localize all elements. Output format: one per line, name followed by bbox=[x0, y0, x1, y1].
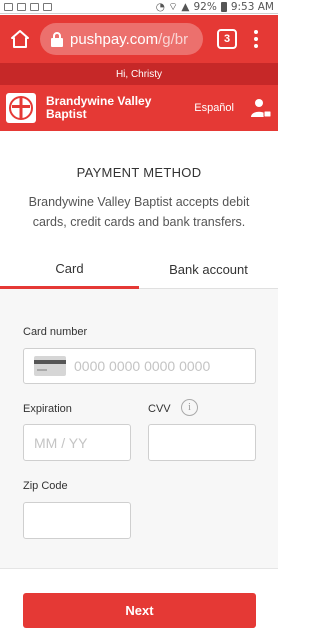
payment-tabs: Card Bank account bbox=[0, 251, 278, 289]
payment-description: Brandywine Valley Baptist accepts debit … bbox=[28, 195, 250, 229]
browser-toolbar: pushpay.com/g/br 3 bbox=[0, 15, 278, 63]
url-bar[interactable]: pushpay.com/g/br bbox=[40, 23, 203, 55]
battery-icon bbox=[220, 1, 227, 12]
greeting-bar: Hi, Christy bbox=[0, 63, 278, 85]
tab-switcher-button[interactable]: 3 bbox=[217, 29, 237, 49]
credit-card-icon bbox=[34, 356, 66, 376]
home-button[interactable] bbox=[8, 27, 32, 51]
notification-icons bbox=[4, 2, 52, 11]
next-button[interactable]: Next bbox=[23, 593, 256, 628]
zip-code-field[interactable] bbox=[23, 502, 131, 539]
wifi-icon: ◔ ⌔ ▲ bbox=[155, 0, 190, 13]
info-icon[interactable]: i bbox=[181, 399, 198, 416]
expiration-field[interactable]: MM / YY bbox=[23, 424, 131, 461]
mail-notification-icon bbox=[30, 2, 39, 11]
card-number-label: Card number bbox=[23, 326, 88, 338]
system-icons: ◔ ⌔ ▲ 92% 9:53 AM bbox=[156, 0, 274, 14]
page-title: PAYMENT METHOD bbox=[76, 165, 202, 180]
zip-code-label: Zip Code bbox=[23, 480, 68, 492]
expiration-label: Expiration bbox=[23, 403, 72, 415]
card-number-field[interactable]: 0000 0000 0000 0000 bbox=[23, 348, 256, 384]
org-name: Brandywine Valley Baptist bbox=[46, 94, 152, 121]
cvv-label: CVV bbox=[148, 403, 171, 415]
more-menu-button[interactable] bbox=[251, 27, 261, 51]
user-lock-icon[interactable] bbox=[250, 97, 272, 119]
org-header: Brandywine Valley Baptist Español bbox=[0, 85, 278, 131]
gallery-notification-icon bbox=[17, 2, 26, 11]
image-notification-icon bbox=[4, 2, 13, 11]
dot bbox=[254, 44, 258, 48]
dot bbox=[254, 37, 258, 41]
status-bar: ◔ ⌔ ▲ 92% 9:53 AM bbox=[0, 0, 278, 14]
tab-card[interactable]: Card bbox=[0, 251, 139, 289]
home-icon bbox=[11, 30, 29, 48]
church-logo-icon bbox=[9, 96, 33, 120]
card-number-placeholder: 0000 0000 0000 0000 bbox=[74, 358, 211, 374]
language-link[interactable]: Español bbox=[194, 102, 234, 114]
clock: 9:53 AM bbox=[230, 0, 274, 13]
cvv-field[interactable] bbox=[148, 424, 256, 461]
expiration-placeholder: MM / YY bbox=[34, 434, 88, 451]
dot bbox=[254, 30, 258, 34]
org-logo bbox=[6, 93, 36, 123]
url-path: /g/br bbox=[158, 30, 189, 48]
url-host: pushpay.com bbox=[70, 30, 159, 48]
lock-notification-icon bbox=[43, 2, 52, 11]
battery-level: 92% bbox=[193, 0, 217, 13]
tab-bank-account[interactable]: Bank account bbox=[139, 251, 278, 289]
lock-icon bbox=[51, 32, 63, 47]
